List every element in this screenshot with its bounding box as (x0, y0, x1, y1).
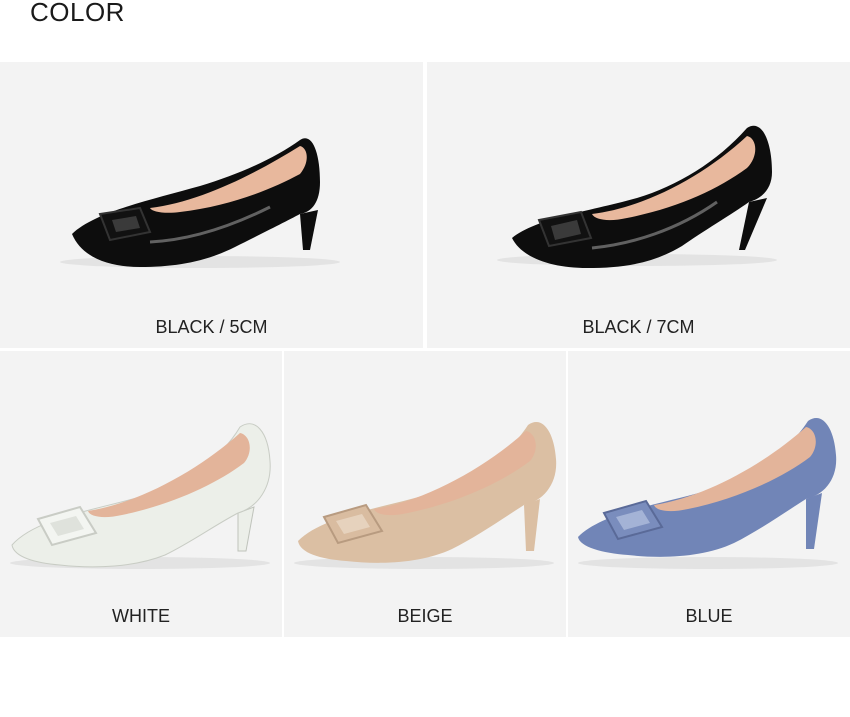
product-label: WHITE (112, 606, 170, 626)
shoe-body (512, 125, 772, 268)
product-label: BEIGE (397, 606, 453, 626)
product-tile-black-5cm[interactable]: BLACK / 5CM (0, 62, 423, 348)
shoe-image (497, 125, 777, 268)
shoe-image (578, 418, 838, 569)
shoe-heel (524, 499, 540, 551)
product-tile-white[interactable]: WHITE (0, 351, 282, 637)
shoe-heel (300, 210, 318, 250)
product-tile-black-7cm[interactable]: BLACK / 7CM (427, 62, 850, 348)
product-tile-beige[interactable]: BEIGE (284, 351, 566, 637)
shoe-image (294, 422, 557, 569)
product-label: BLACK / 5CM (155, 317, 268, 337)
shoe-image (10, 423, 271, 569)
product-label: BLUE (685, 606, 733, 626)
shoe-heel (806, 493, 822, 549)
product-label: BLACK / 7CM (582, 317, 695, 337)
shoe-heel (237, 506, 255, 552)
product-tile-blue[interactable]: BLUE (568, 351, 850, 637)
shoe-image (60, 138, 340, 268)
section-title: COLOR (30, 0, 125, 27)
